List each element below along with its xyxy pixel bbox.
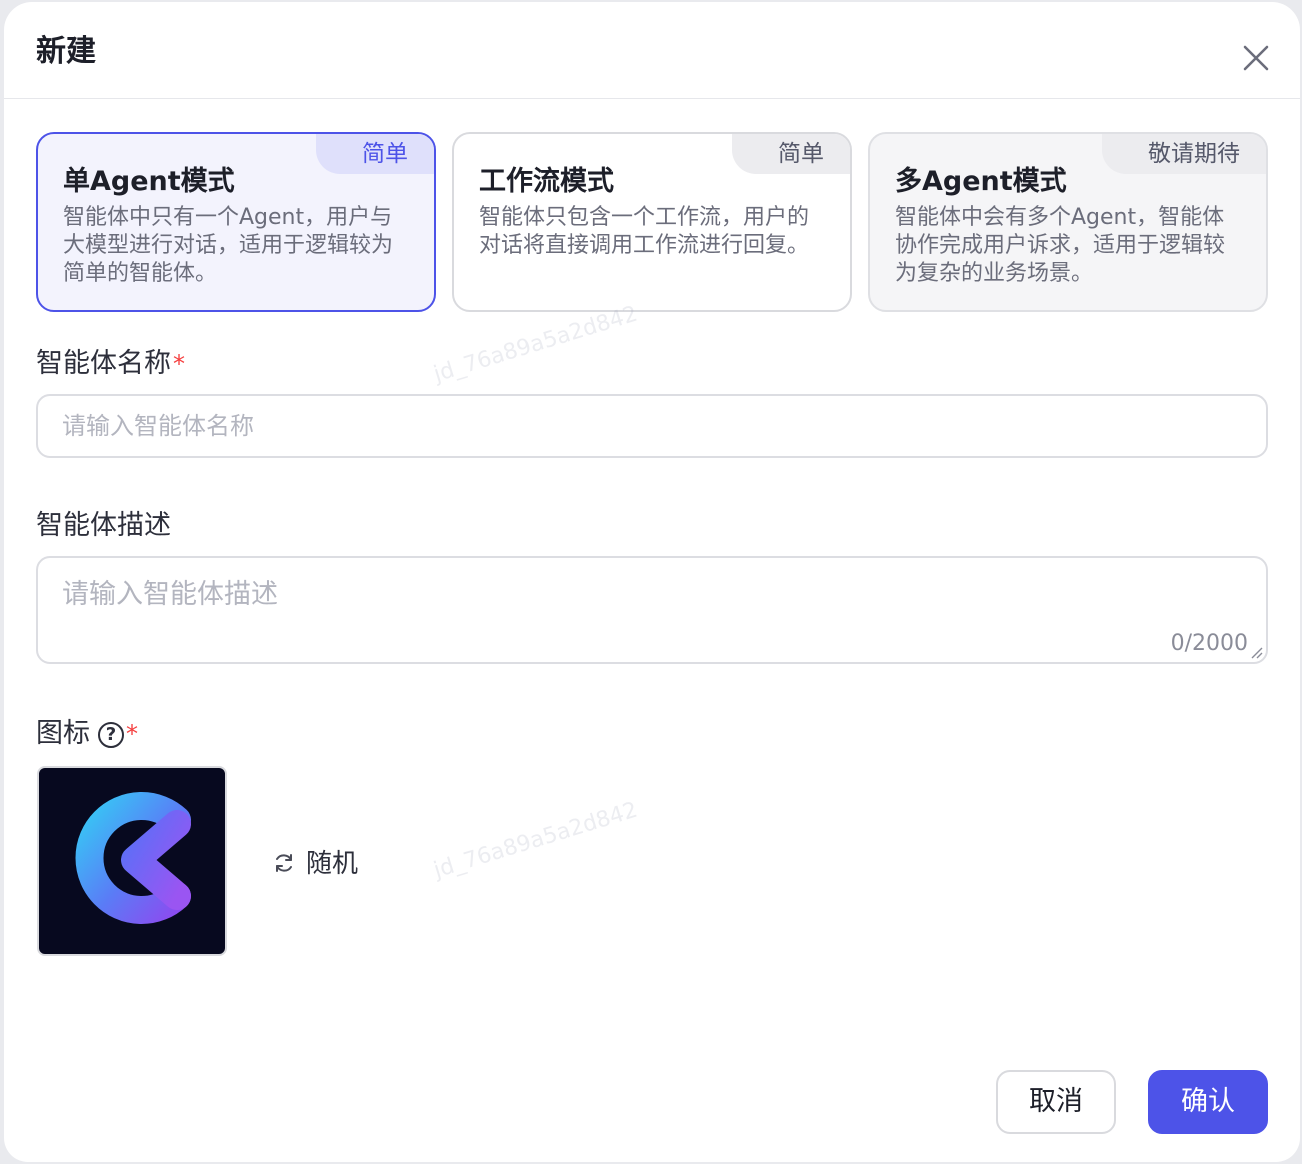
mode-tag: 简单 — [316, 134, 434, 174]
question-circle-icon[interactable]: ? — [98, 722, 124, 748]
icon-field-label: 图标? * — [36, 716, 138, 752]
desc-textarea[interactable] — [38, 558, 1266, 662]
watermark: jd_76a89a5a2d842 — [430, 301, 641, 388]
agent-logo-icon — [75, 792, 191, 924]
resize-handle-icon[interactable] — [1249, 645, 1263, 659]
refresh-icon — [276, 854, 292, 872]
mode-title: 工作流模式 — [479, 166, 614, 197]
mode-card-multi-agent: 敬请期待 多Agent模式 智能体中会有多个Agent，智能体协作完成用户诉求，… — [868, 132, 1268, 312]
close-icon[interactable] — [1240, 42, 1272, 74]
name-label-text: 智能体名称 — [36, 348, 171, 379]
required-mark: * — [173, 350, 185, 378]
create-dialog: 新建 简单 单Agent模式 智能体中只有一个Agent，用户与大模型进行对话，… — [4, 2, 1300, 1162]
mode-card-single-agent[interactable]: 简单 单Agent模式 智能体中只有一个Agent，用户与大模型进行对话，适用于… — [36, 132, 436, 312]
icon-label-text: 图标 — [36, 718, 90, 749]
mode-description: 智能体中只有一个Agent，用户与大模型进行对话，适用于逻辑较为简单的智能体。 — [63, 205, 394, 286]
random-label: 随机 — [306, 849, 359, 879]
mode-tag: 敬请期待 — [1102, 134, 1266, 174]
cancel-button[interactable]: 取消 — [996, 1070, 1116, 1134]
random-button[interactable]: 随机 — [272, 846, 358, 882]
mode-description: 智能体中会有多个Agent，智能体协作完成用户诉求，适用于逻辑较为复杂的业务场景… — [895, 205, 1226, 286]
agent-icon-preview[interactable] — [37, 766, 227, 956]
required-mark: * — [126, 720, 138, 748]
watermark: jd_76a89a5a2d842 — [430, 797, 641, 884]
desc-field-label: 智能体描述 — [36, 510, 171, 541]
char-counter: 0/2000 — [1170, 631, 1248, 656]
mode-title: 多Agent模式 — [895, 166, 1067, 197]
mode-title: 单Agent模式 — [63, 166, 235, 197]
dialog-header: 新建 — [4, 2, 1300, 99]
desc-textarea-wrapper: 0/2000 — [36, 556, 1268, 664]
mode-card-workflow[interactable]: 简单 工作流模式 智能体只包含一个工作流，用户的对话将直接调用工作流进行回复。 — [452, 132, 852, 312]
name-input-wrapper — [36, 394, 1268, 458]
name-field-label: 智能体名称* — [36, 346, 185, 382]
name-input[interactable] — [38, 396, 1266, 456]
confirm-button[interactable]: 确认 — [1148, 1070, 1268, 1134]
mode-description: 智能体只包含一个工作流，用户的对话将直接调用工作流进行回复。 — [479, 205, 810, 258]
mode-tag: 简单 — [732, 134, 850, 174]
dialog-title: 新建 — [36, 34, 96, 69]
